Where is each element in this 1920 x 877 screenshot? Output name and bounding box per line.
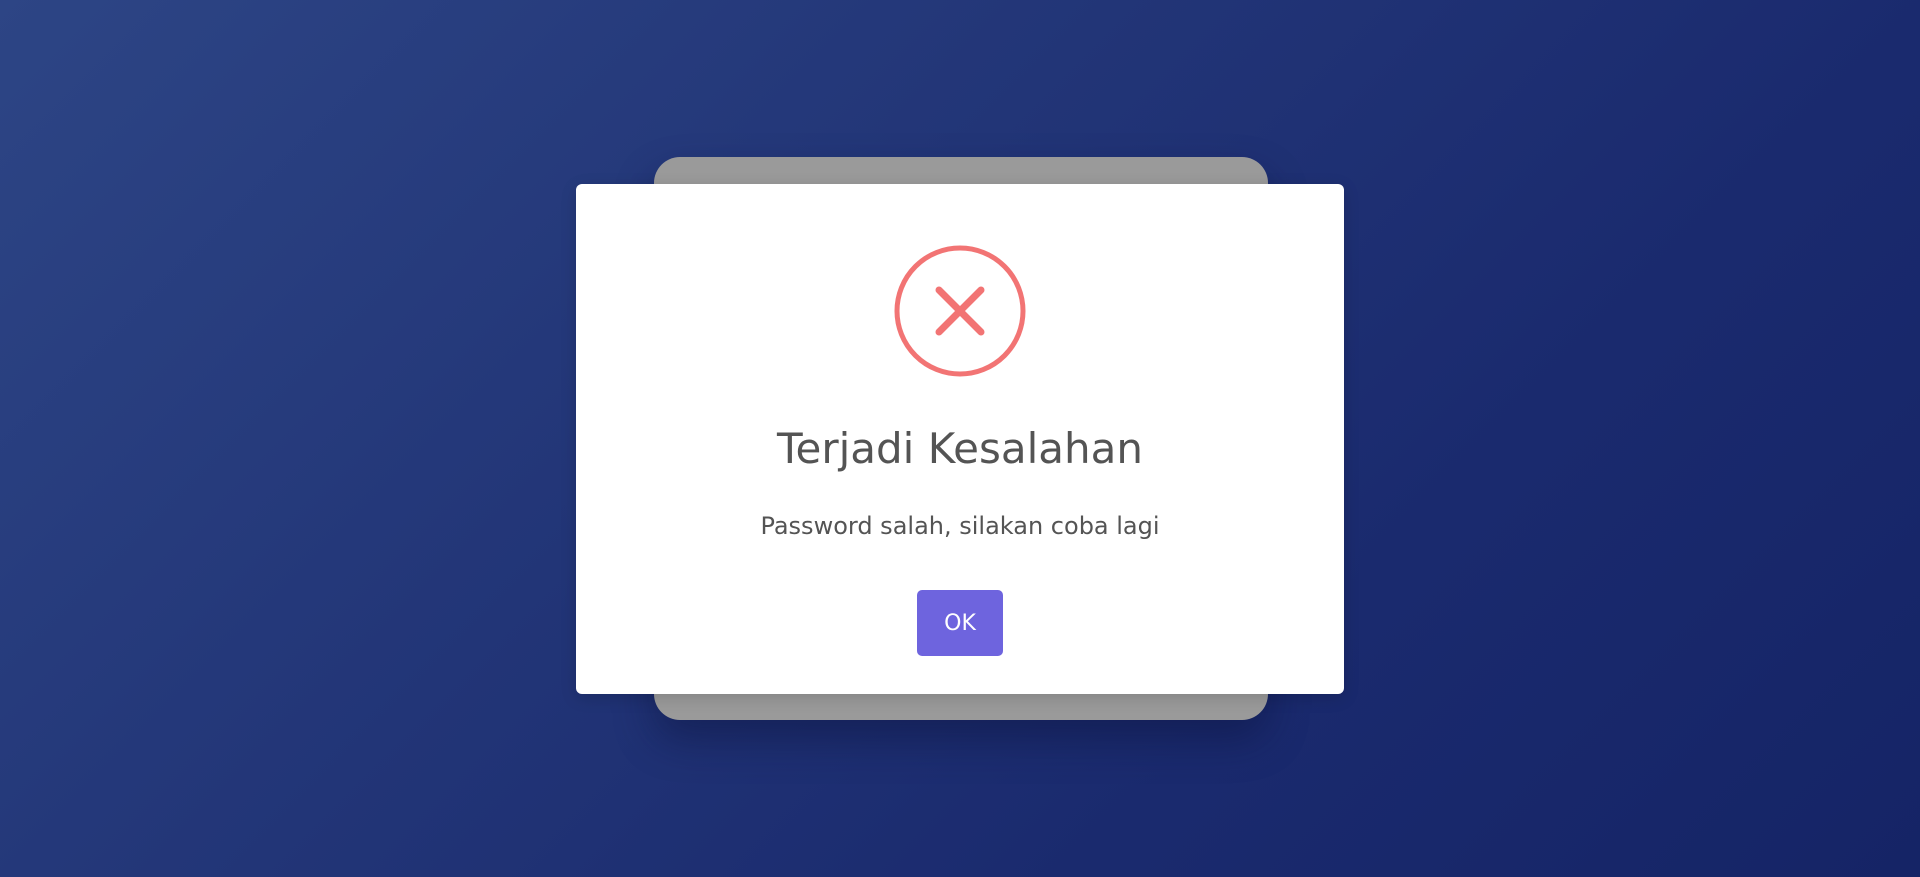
dialog-title: Terjadi Kesalahan: [776, 424, 1143, 473]
error-dialog: Terjadi Kesalahan Password salah, silaka…: [576, 184, 1344, 694]
dialog-message: Password salah, silakan coba lagi: [760, 512, 1160, 540]
error-x-circle-icon: [893, 244, 1027, 378]
ok-button[interactable]: OK: [917, 590, 1003, 656]
